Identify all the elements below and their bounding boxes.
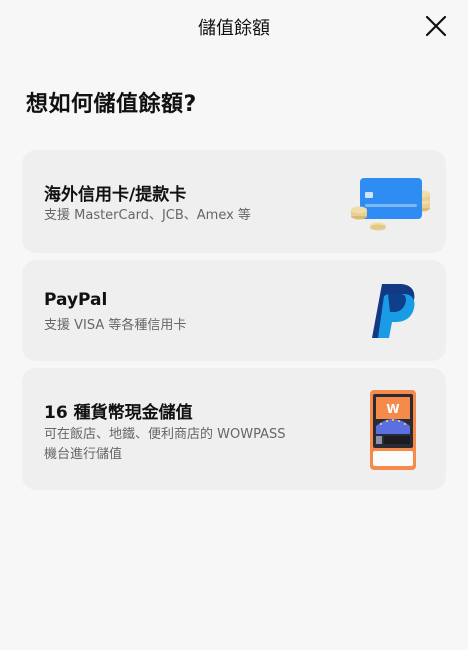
close-icon xyxy=(425,15,447,37)
option-paypal[interactable]: PayPal 支援 VISA 等各種信用卡 xyxy=(22,260,446,361)
page-title: 儲值餘額 xyxy=(198,18,270,39)
option-description: 支援 VISA 等各種信用卡 xyxy=(44,318,187,333)
option-description: 支援 MasterCard、JCB、Amex 等 xyxy=(44,208,251,223)
top-bar: 儲值餘額 xyxy=(0,0,468,54)
option-credit-card[interactable]: 海外信用卡/提款卡 支援 MasterCard、JCB、Amex 等 xyxy=(22,150,446,253)
option-title: PayPal xyxy=(44,290,108,310)
option-description: 可在飯店、地鐵、便利商店的 WOWPASS 機台進行儲值 xyxy=(44,427,286,462)
wowpass-kiosk-icon: W xyxy=(369,390,417,470)
close-button[interactable] xyxy=(423,13,449,39)
option-cash-kiosk[interactable]: 16 種貨幣現金儲值 可在飯店、地鐵、便利商店的 WOWPASS 機台進行儲值 … xyxy=(22,368,446,490)
paypal-icon xyxy=(368,282,418,340)
kiosk-logo: W xyxy=(386,402,399,416)
option-title: 16 種貨幣現金儲值 xyxy=(44,403,193,423)
option-title: 海外信用卡/提款卡 xyxy=(44,185,187,205)
section-heading: 想如何儲值餘額? xyxy=(26,92,197,117)
credit-card-coins-icon xyxy=(348,174,434,234)
